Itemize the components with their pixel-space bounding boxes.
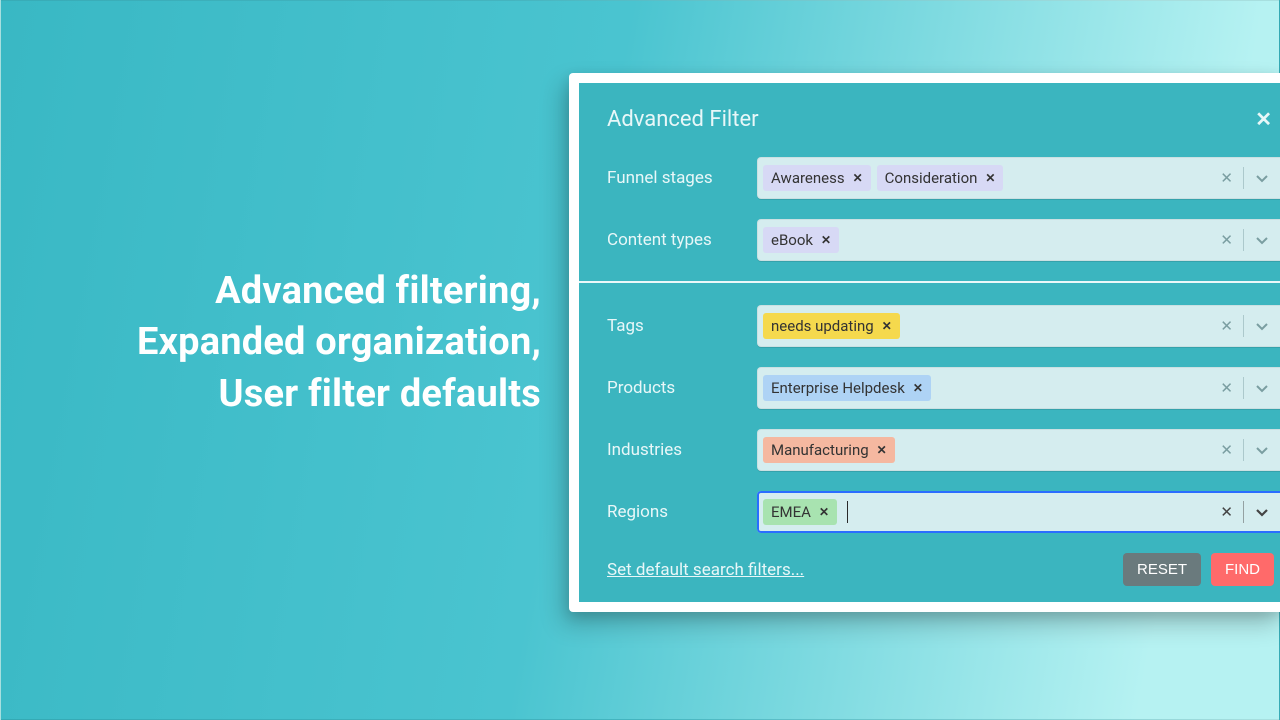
separator bbox=[1243, 229, 1244, 251]
label-regions: Regions bbox=[607, 502, 757, 522]
select-controls: ✕ bbox=[1220, 167, 1278, 189]
select-controls: ✕ bbox=[1220, 229, 1278, 251]
chip-remove-icon[interactable]: ✕ bbox=[819, 505, 829, 519]
row-regions: Regions EMEA ✕ ✕ bbox=[607, 491, 1280, 533]
set-default-filters-link[interactable]: Set default search filters... bbox=[607, 560, 804, 580]
label-tags: Tags bbox=[607, 316, 757, 336]
label-funnel-stages: Funnel stages bbox=[607, 168, 757, 188]
chip-remove-icon[interactable]: ✕ bbox=[882, 319, 892, 333]
chip-label: Manufacturing bbox=[771, 441, 869, 459]
clear-icon[interactable]: ✕ bbox=[1220, 169, 1233, 187]
chip-label: eBook bbox=[771, 231, 813, 249]
separator bbox=[1243, 315, 1244, 337]
chip-remove-icon[interactable]: ✕ bbox=[853, 171, 863, 185]
chevron-down-icon[interactable] bbox=[1254, 232, 1270, 248]
row-tags: Tags needs updating ✕ ✕ bbox=[607, 305, 1280, 347]
chip-ebook: eBook ✕ bbox=[763, 227, 839, 253]
chip-remove-icon[interactable]: ✕ bbox=[877, 443, 887, 457]
chevron-down-icon[interactable] bbox=[1254, 170, 1270, 186]
row-content-types: Content types eBook ✕ ✕ bbox=[607, 219, 1280, 261]
chip-label: Consideration bbox=[885, 169, 978, 187]
select-content-types[interactable]: eBook ✕ ✕ bbox=[757, 219, 1280, 261]
headline-line-3: User filter defaults bbox=[71, 369, 541, 420]
select-tags[interactable]: needs updating ✕ ✕ bbox=[757, 305, 1280, 347]
chip-remove-icon[interactable]: ✕ bbox=[913, 381, 923, 395]
clear-icon[interactable]: ✕ bbox=[1220, 441, 1233, 459]
label-content-types: Content types bbox=[607, 230, 757, 250]
clear-icon[interactable]: ✕ bbox=[1220, 231, 1233, 249]
clear-icon[interactable]: ✕ bbox=[1220, 379, 1233, 397]
chip-consideration: Consideration ✕ bbox=[877, 165, 1004, 191]
reset-button[interactable]: RESET bbox=[1123, 553, 1201, 586]
chip-remove-icon[interactable]: ✕ bbox=[821, 233, 831, 247]
chevron-down-icon[interactable] bbox=[1254, 442, 1270, 458]
select-regions[interactable]: EMEA ✕ ✕ bbox=[757, 491, 1280, 533]
select-funnel-stages[interactable]: Awareness ✕ Consideration ✕ ✕ bbox=[757, 157, 1280, 199]
filter-panel: Advanced Filter ✕ Funnel stages Awarenes… bbox=[579, 83, 1280, 602]
chevron-down-icon[interactable] bbox=[1254, 318, 1270, 334]
panel-header: Advanced Filter ✕ bbox=[607, 103, 1280, 135]
chip-emea: EMEA ✕ bbox=[763, 499, 837, 525]
panel-footer: Set default search filters... RESET FIND bbox=[607, 553, 1280, 586]
clear-icon[interactable]: ✕ bbox=[1220, 317, 1233, 335]
divider bbox=[579, 281, 1280, 283]
stage: Advanced filtering, Expanded organizatio… bbox=[0, 0, 1280, 720]
filter-panel-frame: Advanced Filter ✕ Funnel stages Awarenes… bbox=[569, 73, 1280, 612]
chip-remove-icon[interactable]: ✕ bbox=[985, 171, 995, 185]
panel-title: Advanced Filter bbox=[607, 107, 759, 132]
chip-label: Awareness bbox=[771, 169, 845, 187]
separator bbox=[1243, 501, 1244, 523]
select-controls: ✕ bbox=[1220, 315, 1278, 337]
chip-label: Enterprise Helpdesk bbox=[771, 379, 905, 397]
select-controls: ✕ bbox=[1220, 501, 1278, 523]
chip-awareness: Awareness ✕ bbox=[763, 165, 871, 191]
find-button[interactable]: FIND bbox=[1211, 553, 1274, 586]
close-icon[interactable]: ✕ bbox=[1247, 103, 1280, 135]
chip-enterprise-helpdesk: Enterprise Helpdesk ✕ bbox=[763, 375, 931, 401]
chip-needs-updating: needs updating ✕ bbox=[763, 313, 900, 339]
select-products[interactable]: Enterprise Helpdesk ✕ ✕ bbox=[757, 367, 1280, 409]
clear-icon[interactable]: ✕ bbox=[1220, 503, 1233, 521]
chip-label: needs updating bbox=[771, 317, 874, 335]
select-controls: ✕ bbox=[1220, 377, 1278, 399]
chevron-down-icon[interactable] bbox=[1254, 504, 1270, 520]
row-funnel-stages: Funnel stages Awareness ✕ Consideration … bbox=[607, 157, 1280, 199]
label-products: Products bbox=[607, 378, 757, 398]
separator bbox=[1243, 377, 1244, 399]
headline-line-1: Advanced filtering, bbox=[71, 266, 541, 317]
select-controls: ✕ bbox=[1220, 439, 1278, 461]
text-cursor bbox=[847, 501, 848, 523]
chevron-down-icon[interactable] bbox=[1254, 380, 1270, 396]
label-industries: Industries bbox=[607, 440, 757, 460]
separator bbox=[1243, 167, 1244, 189]
chip-manufacturing: Manufacturing ✕ bbox=[763, 437, 895, 463]
row-products: Products Enterprise Helpdesk ✕ ✕ bbox=[607, 367, 1280, 409]
headline: Advanced filtering, Expanded organizatio… bbox=[71, 266, 541, 420]
row-industries: Industries Manufacturing ✕ ✕ bbox=[607, 429, 1280, 471]
headline-line-2: Expanded organization, bbox=[71, 317, 541, 368]
select-industries[interactable]: Manufacturing ✕ ✕ bbox=[757, 429, 1280, 471]
chip-label: EMEA bbox=[771, 503, 811, 521]
separator bbox=[1243, 439, 1244, 461]
